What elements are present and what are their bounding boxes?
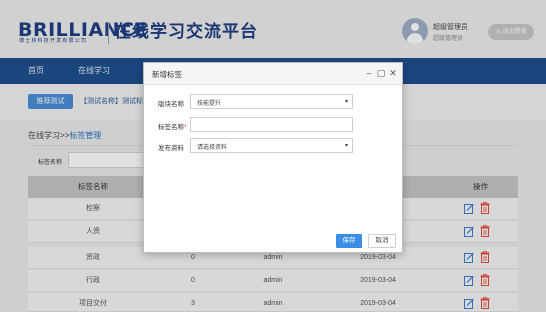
field-label-tag-name: 标签名称* [158,124,187,131]
chevron-down-icon: ▾ [344,143,348,149]
save-button[interactable]: 保存 [336,234,362,248]
dialog-title: 新增标签 [152,70,182,79]
required-marker: * [184,124,187,131]
cancel-button[interactable]: 取消 [368,234,396,248]
maximize-icon[interactable]: ▢ [375,67,387,80]
chevron-down-icon: ▾ [344,99,348,105]
resource-select-placeholder: 请选择资料 [197,145,228,151]
field-label-resource: 发布资料 [158,145,184,152]
resource-select[interactable]: 请选择资料 ▾ [190,138,353,153]
dialog-header: 新增标签 – ▢ ✕ [144,63,402,85]
tag-name-input[interactable] [190,117,353,132]
block-select[interactable]: 技能提升 ▾ [190,94,353,109]
field-label-block: 版块名称 [158,101,184,108]
add-tag-dialog: 新增标签 – ▢ ✕ 版块名称 技能提升 ▾ 标签名称* 发布资料 请选择资料 … [143,62,403,253]
minimize-icon[interactable]: – [363,67,375,80]
close-icon[interactable]: ✕ [387,67,399,80]
block-select-value: 技能提升 [197,101,222,107]
